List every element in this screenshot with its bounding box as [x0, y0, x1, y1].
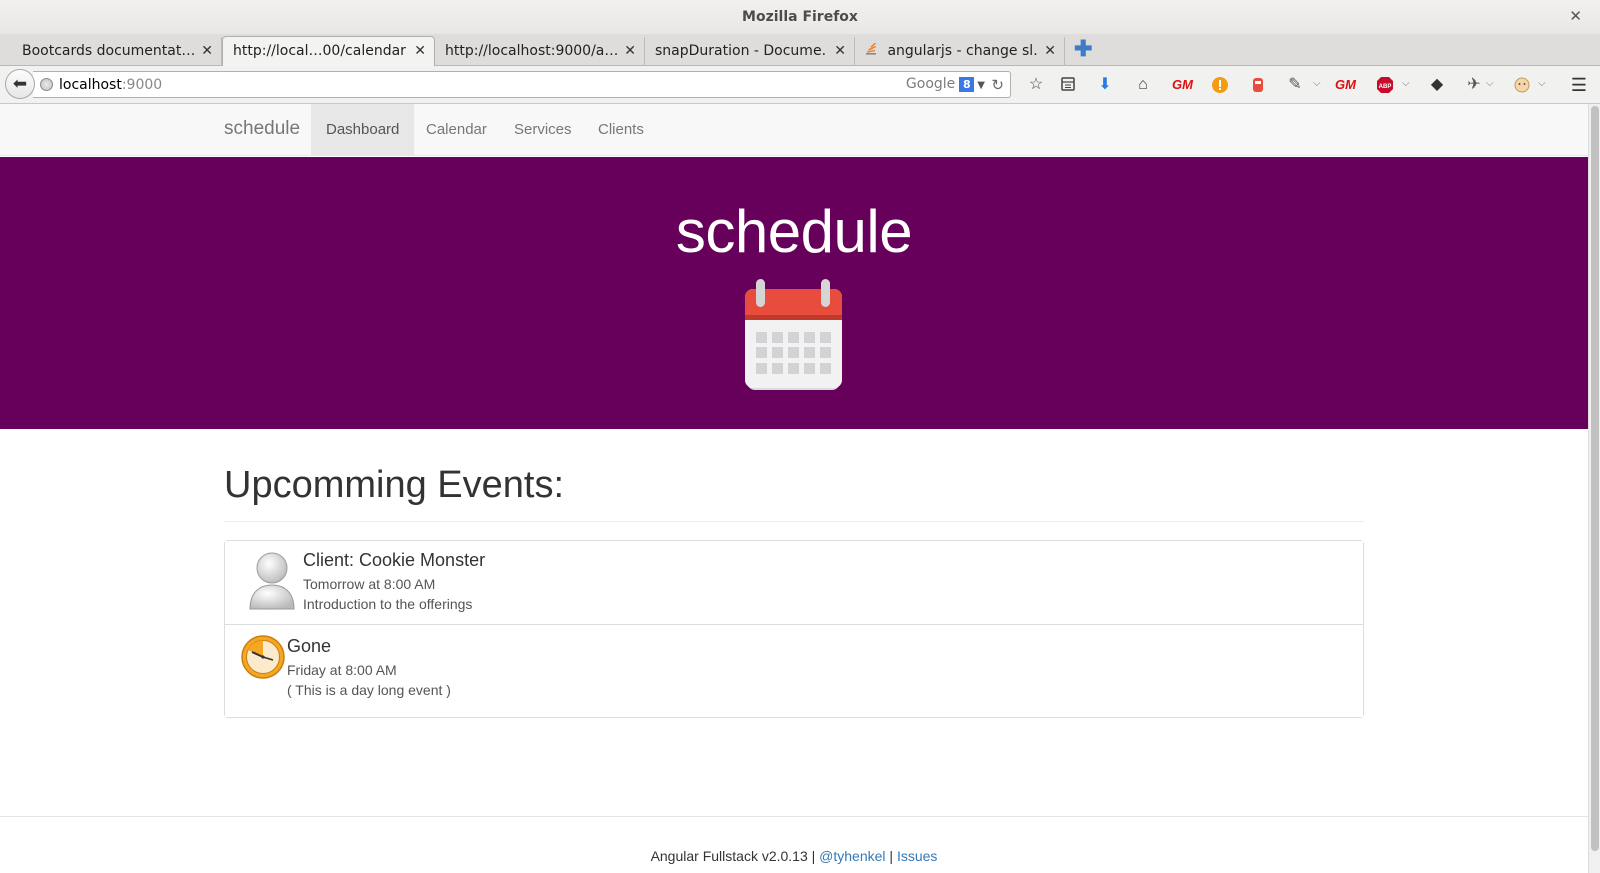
tab-close-icon[interactable]: ✕ — [1044, 37, 1056, 65]
event-time: Friday at 8:00 AM — [287, 662, 397, 678]
window-title: Mozilla Firefox — [742, 9, 858, 25]
download-icon[interactable]: ⬇ — [1096, 76, 1114, 94]
addon-icon[interactable] — [1249, 76, 1267, 94]
calendar-icon — [745, 279, 842, 390]
tab-strip: Bootcards documentat… ✕ http://local…00/… — [0, 34, 1600, 67]
nav-services[interactable]: Services — [499, 104, 587, 156]
url-host: localhost — [59, 77, 122, 93]
clock-icon — [241, 635, 285, 679]
hamburger-menu-icon[interactable]: ☰ — [1570, 76, 1588, 94]
eyedropper-icon[interactable]: ✎ — [1286, 76, 1304, 94]
reload-icon[interactable]: ↻ — [991, 76, 1004, 94]
footer-issues-link[interactable]: Issues — [897, 848, 937, 864]
tab-close-icon[interactable]: ✕ — [201, 37, 213, 65]
tab-label: snapDuration - Docume… — [655, 43, 827, 59]
star-icon[interactable]: ☆ — [1027, 76, 1045, 94]
greasemonkey-icon[interactable]: GM — [1335, 76, 1356, 94]
event-item[interactable]: Client: Cookie Monster Tomorrow at 8:00 … — [225, 541, 1363, 625]
greasemonkey-icon[interactable]: GM — [1172, 76, 1193, 94]
chevron-down-icon[interactable]: ▼ — [977, 80, 985, 91]
stackoverflow-icon — [865, 39, 877, 55]
upcoming-events-section: Upcomming Events: Client: Cookie Monster… — [224, 464, 1364, 718]
footer-separator: | — [889, 848, 894, 864]
scrollbar-thumb[interactable] — [1591, 106, 1599, 851]
page-footer: Angular Fullstack v2.0.13 | @tyhenkel | … — [0, 816, 1588, 873]
user-avatar-icon — [249, 552, 295, 610]
reading-list-icon[interactable] — [1059, 76, 1077, 94]
site-navbar: schedule Dashboard Calendar Services Cli… — [0, 104, 1588, 156]
addon-icon[interactable]: ✈ — [1465, 76, 1483, 94]
addon-icon[interactable] — [1513, 76, 1531, 94]
footer-author-link[interactable]: @tyhenkel — [819, 848, 885, 864]
event-description: Introduction to the offerings — [303, 596, 473, 612]
event-title: Gone — [287, 636, 332, 656]
adblock-plus-icon[interactable]: ABP — [1376, 76, 1394, 94]
chevron-down-icon[interactable]: ⌵ — [1313, 78, 1321, 89]
chevron-down-icon[interactable]: ⌵ — [1486, 78, 1494, 89]
search-engine-name: Google — [905, 76, 956, 92]
addon-icon[interactable]: ◆ — [1428, 76, 1446, 94]
event-description: ( This is a day long event ) — [287, 682, 451, 698]
event-title: Client: Cookie Monster — [303, 550, 486, 570]
svg-text:ABP: ABP — [1379, 84, 1392, 90]
new-tab-icon[interactable]: ✚ — [1074, 36, 1092, 62]
window-close-icon[interactable]: ✕ — [1569, 9, 1582, 25]
tab-angularjs[interactable]: angularjs - change sl… ✕ — [855, 37, 1065, 66]
window-title-bar: Mozilla Firefox ✕ — [0, 0, 1600, 34]
site-brand[interactable]: schedule — [224, 118, 300, 140]
url-port: :9000 — [121, 77, 163, 93]
address-bar[interactable]: localhost:9000 Google 8 ▼ ↻ — [33, 71, 1011, 98]
back-button[interactable]: ⬅ — [5, 69, 35, 99]
tab-close-icon[interactable]: ✕ — [834, 37, 846, 65]
nav-clients[interactable]: Clients — [583, 104, 659, 156]
chevron-down-icon[interactable]: ⌵ — [1402, 78, 1410, 89]
tab-label: Bootcards documentat… — [22, 43, 194, 59]
vertical-scrollbar[interactable] — [1588, 104, 1600, 873]
hero-title: schedule — [675, 198, 913, 265]
search-engine-label[interactable]: Google 8 ▼ — [906, 76, 985, 92]
tab-localhost[interactable]: http://localhost:9000/a… ✕ — [435, 37, 645, 66]
page-viewport: schedule Dashboard Calendar Services Cli… — [0, 104, 1588, 873]
event-item[interactable]: Gone Friday at 8:00 AM ( This is a day l… — [225, 625, 1363, 717]
tab-snapduration[interactable]: snapDuration - Docume… ✕ — [645, 37, 855, 66]
tab-close-icon[interactable]: ✕ — [624, 37, 636, 65]
site-identity-icon[interactable] — [40, 78, 53, 91]
nav-dashboard[interactable]: Dashboard — [311, 104, 415, 156]
url-text[interactable]: localhost:9000 — [59, 77, 162, 93]
home-icon[interactable]: ⌂ — [1134, 76, 1152, 94]
tab-label: angularjs - change sl… — [887, 43, 1038, 59]
events-heading: Upcomming Events: — [224, 464, 1364, 522]
back-arrow-icon: ⬅ — [12, 74, 28, 93]
chevron-down-icon[interactable]: ⌵ — [1538, 78, 1546, 89]
google-search-icon: 8 — [959, 77, 975, 92]
hero-banner: schedule — [0, 157, 1588, 429]
event-list: Client: Cookie Monster Tomorrow at 8:00 … — [224, 540, 1364, 718]
alert-icon[interactable] — [1211, 76, 1229, 94]
tab-bootcards[interactable]: Bootcards documentat… ✕ — [12, 37, 222, 66]
tab-close-icon[interactable]: ✕ — [414, 37, 426, 65]
footer-text: Angular Fullstack v2.0.13 | — [650, 848, 816, 864]
tab-label: http://local…00/calendar — [233, 43, 406, 59]
browser-toolbar: localhost:9000 Google 8 ▼ ↻ ⬅ ☆ ⬇ ⌂ GM ✎ ⌵… — [0, 66, 1600, 104]
nav-calendar[interactable]: Calendar — [411, 104, 502, 156]
tab-label: http://localhost:9000/a… — [445, 43, 617, 59]
event-time: Tomorrow at 8:00 AM — [303, 576, 436, 592]
tab-calendar[interactable]: http://local…00/calendar ✕ — [222, 36, 435, 67]
